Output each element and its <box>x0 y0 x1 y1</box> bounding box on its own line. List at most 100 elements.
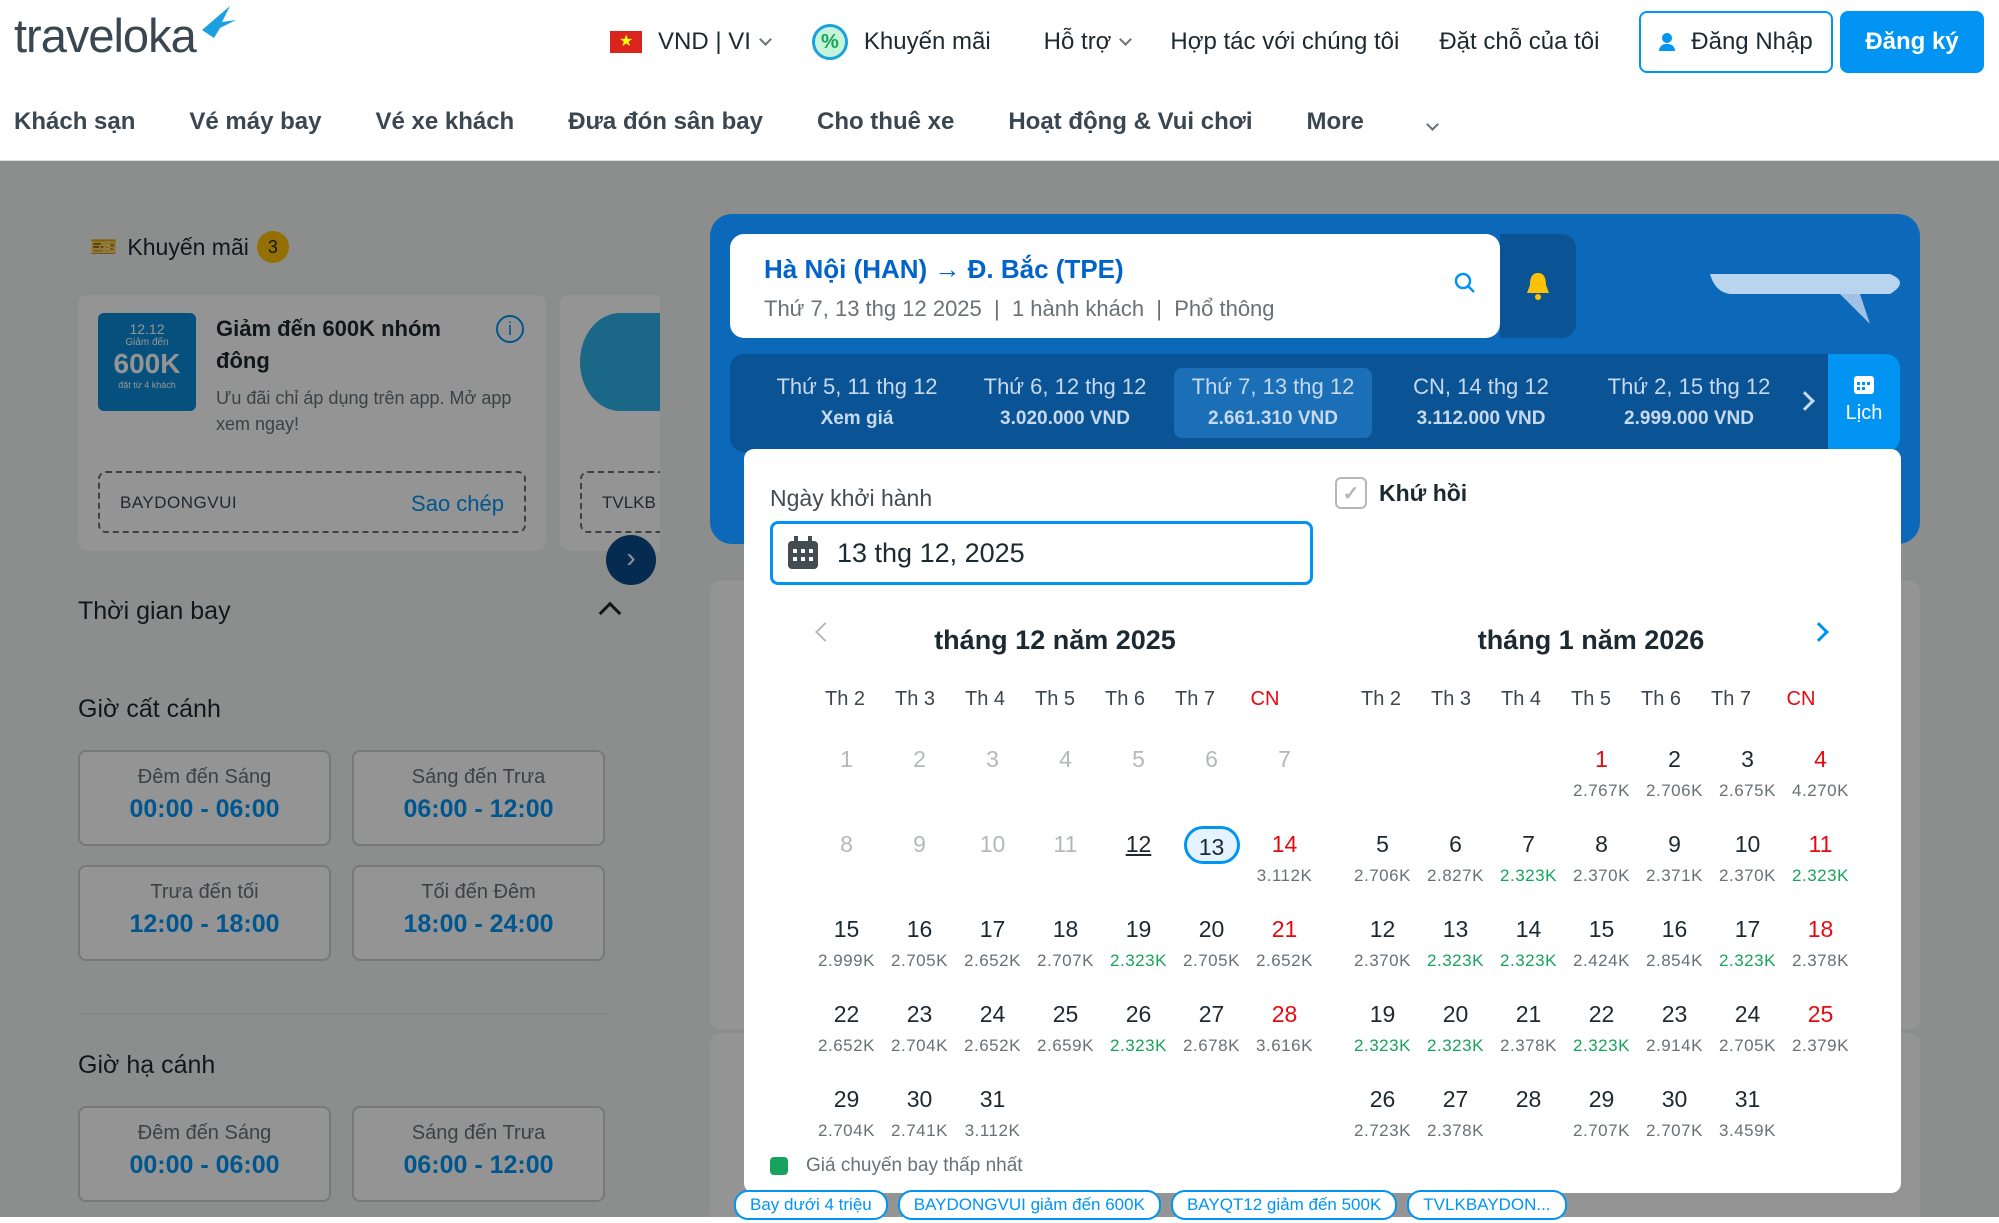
day-cell[interactable]: 25 2.379K <box>1784 982 1857 1067</box>
nav-my-bookings[interactable]: Đặt chỗ của tôi <box>1439 28 1599 56</box>
day-number: 2 <box>1668 746 1681 772</box>
day-cell[interactable]: 3 2.675K <box>1711 727 1784 812</box>
day-cell[interactable]: 22 2.652K <box>810 982 883 1067</box>
date-strip-item[interactable]: Thứ 5, 11 thg 12 Xem giá <box>758 368 956 438</box>
nav-partner[interactable]: Hợp tác với chúng tôi <box>1170 28 1399 56</box>
filter-chip[interactable]: BAYQT12 giảm đến 500K <box>1170 1190 1398 1220</box>
day-cell[interactable]: 24 2.652K <box>956 982 1029 1067</box>
day-cell[interactable]: 2 2.706K <box>1638 727 1711 812</box>
day-cell[interactable]: 19 2.323K <box>1346 982 1419 1067</box>
date-strip-item[interactable]: Thứ 7, 13 thg 12 2.661.310 VND <box>1174 368 1372 438</box>
day-cell[interactable]: 17 2.652K <box>956 897 1029 982</box>
day-cell[interactable]: 10 2.370K <box>1711 812 1784 897</box>
day-cell[interactable]: 16 2.854K <box>1638 897 1711 982</box>
day-cell[interactable]: 19 2.323K <box>1102 897 1175 982</box>
day-cell[interactable]: 20 2.705K <box>1175 897 1248 982</box>
day-cell[interactable]: 26 2.723K <box>1346 1067 1419 1152</box>
product-tab[interactable]: Vé xe khách <box>375 108 514 136</box>
product-tab[interactable]: Đưa đón sân bay <box>568 108 763 136</box>
product-tab[interactable]: Vé máy bay <box>189 108 321 136</box>
day-cell[interactable]: 13 <box>1175 812 1248 897</box>
day-cell: 3 <box>956 727 1029 812</box>
day-cell[interactable]: 18 2.378K <box>1784 897 1857 982</box>
day-price: 2.705K <box>891 951 948 970</box>
day-cell[interactable]: 14 2.323K <box>1492 897 1565 982</box>
strip-price: 3.112.000 VND <box>1416 408 1546 429</box>
day-cell[interactable]: 30 2.707K <box>1638 1067 1711 1152</box>
day-cell[interactable]: 4 4.270K <box>1784 727 1857 812</box>
day-cell[interactable]: 12 2.370K <box>1346 897 1419 982</box>
day-cell[interactable]: 31 3.112K <box>956 1067 1029 1152</box>
nav-promotions[interactable]: % Khuyến mãi <box>811 24 991 60</box>
search-icon[interactable] <box>1454 272 1476 294</box>
nav-support[interactable]: Hỗ trợ <box>1043 28 1133 56</box>
strip-next-icon[interactable] <box>1795 391 1815 411</box>
day-cell[interactable]: 14 3.112K <box>1248 812 1321 897</box>
traveloka-logo[interactable]: traveloka <box>14 6 236 63</box>
day-cell[interactable]: 8 2.370K <box>1565 812 1638 897</box>
day-number: 19 <box>1125 916 1152 942</box>
weekday-label: Th 6 <box>1104 688 1146 710</box>
departure-date-input[interactable]: 13 thg 12, 2025 <box>770 521 1313 585</box>
calendar-button[interactable]: Lịch <box>1828 354 1900 452</box>
filter-chips: Bay dưới 4 triệu BAYDONGVUI giảm đến 600K… <box>734 1190 1567 1220</box>
register-button[interactable]: Đăng ký <box>1840 11 1984 73</box>
day-cell[interactable]: 15 2.424K <box>1565 897 1638 982</box>
day-cell[interactable]: 23 2.704K <box>883 982 956 1067</box>
day-number: 7 <box>1278 746 1291 772</box>
day-cell[interactable]: 9 2.371K <box>1638 812 1711 897</box>
day-cell[interactable]: 7 2.323K <box>1492 812 1565 897</box>
day-cell[interactable]: 13 2.323K <box>1419 897 1492 982</box>
roundtrip-toggle[interactable]: ✓ Khứ hồi <box>1335 477 1467 509</box>
day-cell: 10 <box>956 812 1029 897</box>
day-cell[interactable]: 21 2.652K <box>1248 897 1321 982</box>
day-cell[interactable]: 28 <box>1492 1067 1565 1152</box>
day-number: 18 <box>1807 916 1834 942</box>
day-cell[interactable]: 24 2.705K <box>1711 982 1784 1067</box>
filter-chip[interactable]: TVLKBAYDON... <box>1407 1190 1567 1220</box>
filter-chip[interactable]: Bay dưới 4 triệu <box>734 1190 888 1220</box>
support-label: Hỗ trợ <box>1043 28 1112 55</box>
day-cell[interactable]: 11 2.323K <box>1784 812 1857 897</box>
day-cell[interactable]: 20 2.323K <box>1419 982 1492 1067</box>
day-number: 6 <box>1205 746 1218 772</box>
day-cell[interactable]: 21 2.378K <box>1492 982 1565 1067</box>
day-cell[interactable]: 16 2.705K <box>883 897 956 982</box>
day-cell[interactable]: 1 2.767K <box>1565 727 1638 812</box>
product-tab[interactable]: More <box>1307 108 1491 136</box>
day-cell[interactable]: 17 2.323K <box>1711 897 1784 982</box>
day-cell[interactable]: 6 2.827K <box>1419 812 1492 897</box>
day-cell[interactable]: 27 2.678K <box>1175 982 1248 1067</box>
day-number: 10 <box>979 831 1006 857</box>
date-strip-item[interactable]: CN, 14 thg 12 3.112.000 VND <box>1382 368 1580 438</box>
day-cell[interactable]: 15 2.999K <box>810 897 883 982</box>
day-cell[interactable]: 22 2.323K <box>1565 982 1638 1067</box>
day-cell[interactable]: 31 3.459K <box>1711 1067 1784 1152</box>
date-strip-item[interactable]: Thứ 6, 12 thg 12 3.020.000 VND <box>966 368 1164 438</box>
product-tab[interactable]: Cho thuê xe <box>817 108 954 136</box>
currency-selector[interactable]: VND | VI <box>610 28 772 56</box>
day-cell[interactable]: 5 2.706K <box>1346 812 1419 897</box>
day-cell[interactable]: 23 2.914K <box>1638 982 1711 1067</box>
day-number: 25 <box>1807 1001 1834 1027</box>
price-alert-button[interactable] <box>1500 234 1576 338</box>
weekday-label: Th 3 <box>894 688 936 710</box>
product-tab[interactable]: Hoạt động & Vui chơi <box>1008 108 1252 136</box>
product-tab[interactable]: Khách sạn <box>14 108 135 136</box>
date-strip-item[interactable]: Thứ 2, 15 thg 12 2.999.000 VND <box>1590 368 1788 438</box>
day-price: 2.675K <box>1719 781 1776 800</box>
checkbox-icon[interactable]: ✓ <box>1335 477 1367 509</box>
day-cell[interactable]: 26 2.323K <box>1102 982 1175 1067</box>
day-cell[interactable]: 28 3.616K <box>1248 982 1321 1067</box>
day-cell[interactable]: 29 2.704K <box>810 1067 883 1152</box>
login-button[interactable]: Đăng Nhập <box>1639 11 1833 73</box>
day-cell[interactable]: 18 2.707K <box>1029 897 1102 982</box>
day-cell[interactable]: 30 2.741K <box>883 1067 956 1152</box>
day-price: 2.378K <box>1792 951 1849 970</box>
day-cell[interactable]: 29 2.707K <box>1565 1067 1638 1152</box>
search-summary[interactable]: Hà Nội (HAN) → Đ. Bắc (TPE) Thứ 7, 13 th… <box>730 234 1500 338</box>
filter-chip[interactable]: BAYDONGVUI giảm đến 600K <box>897 1190 1161 1220</box>
day-cell[interactable]: 12 <box>1102 812 1175 897</box>
day-cell[interactable]: 25 2.659K <box>1029 982 1102 1067</box>
day-cell[interactable]: 27 2.378K <box>1419 1067 1492 1152</box>
